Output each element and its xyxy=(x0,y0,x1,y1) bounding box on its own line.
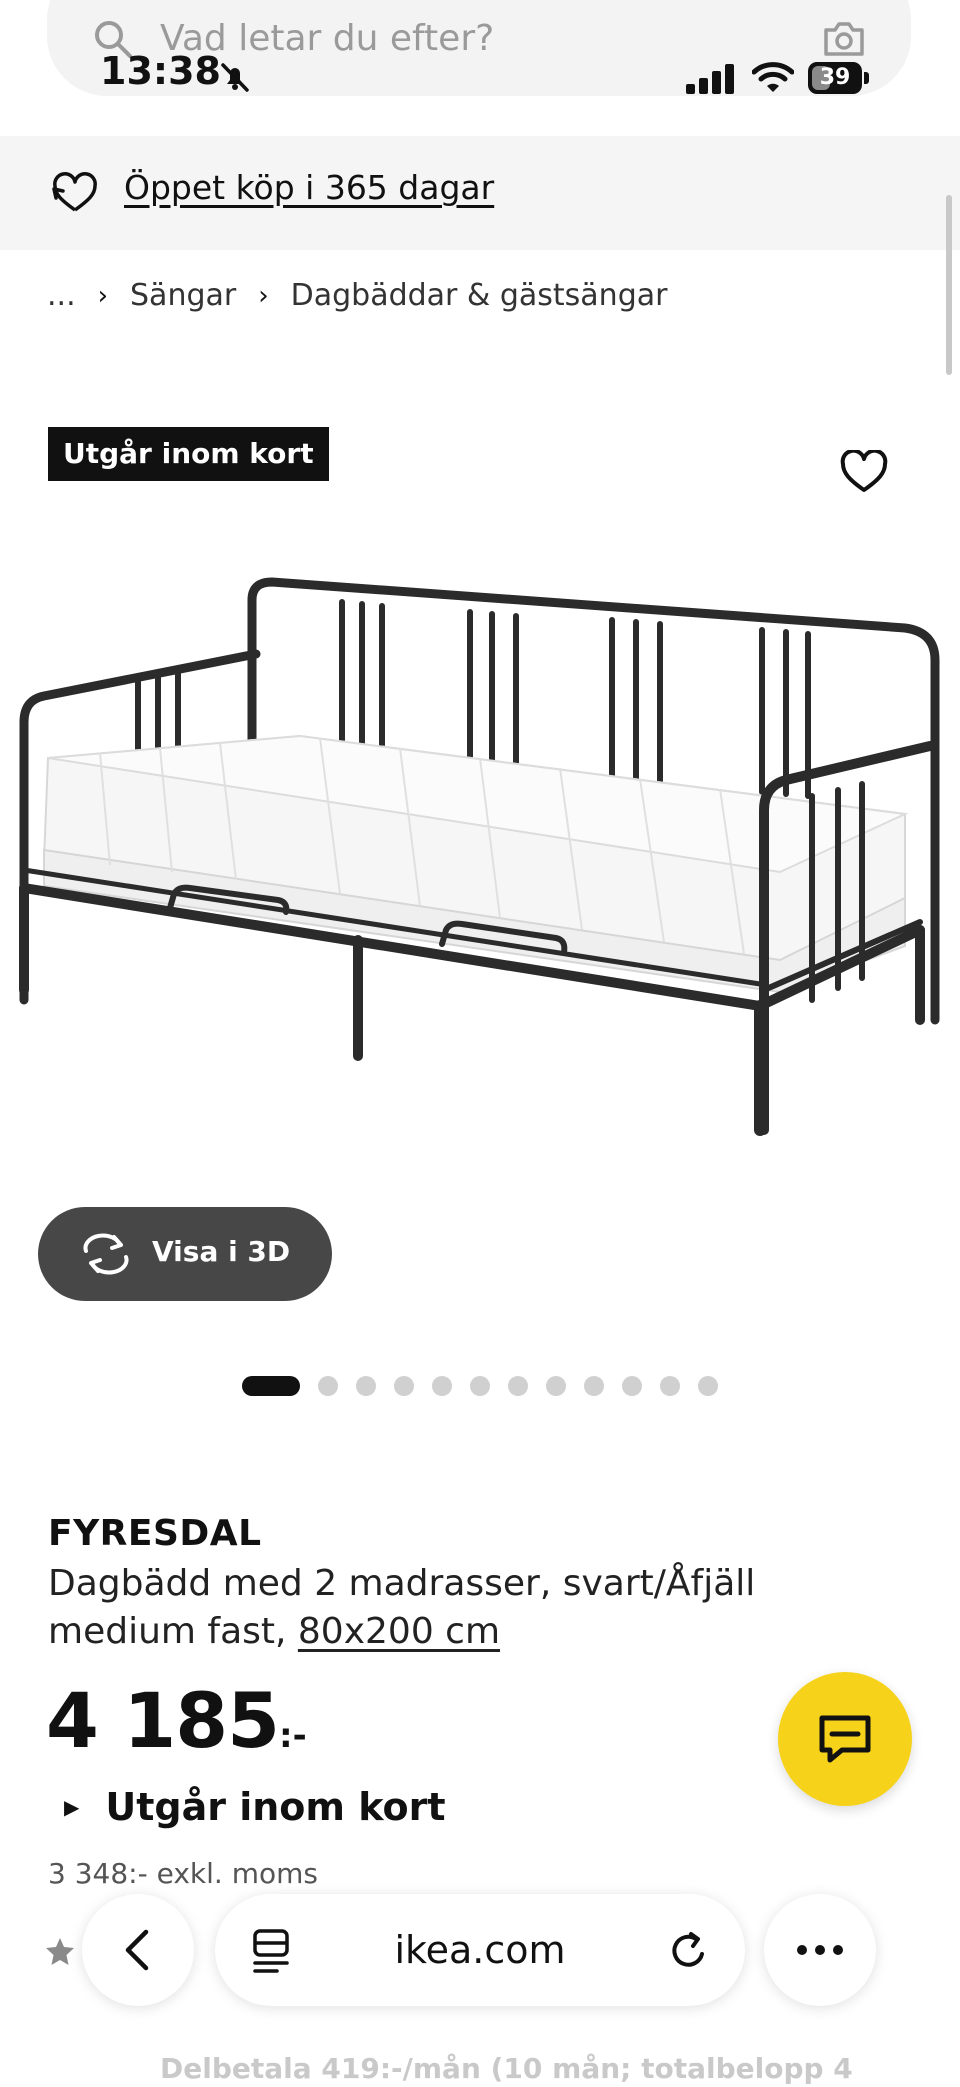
back-button[interactable] xyxy=(82,1894,194,2006)
reload-icon[interactable] xyxy=(669,1930,709,1972)
breadcrumb: ... › Sängar › Dagbäddar & gästsängar xyxy=(47,278,667,313)
rotate-3d-icon xyxy=(83,1233,129,1275)
more-icon xyxy=(797,1945,843,1955)
carousel-dot[interactable] xyxy=(584,1376,604,1396)
availability-toggle[interactable]: ▶ Utgår inom kort xyxy=(64,1785,446,1829)
carousel-dot[interactable] xyxy=(242,1376,300,1396)
status-time: 13:38 xyxy=(100,49,221,93)
caret-right-icon: ▶ xyxy=(64,1795,80,1819)
wifi-icon xyxy=(752,62,794,92)
status-badge: Utgår inom kort xyxy=(48,427,329,481)
availability-label: Utgår inom kort xyxy=(105,1785,446,1829)
view-3d-label: Visa i 3D xyxy=(152,1235,291,1268)
chat-button[interactable] xyxy=(778,1672,912,1806)
chevron-right-icon: › xyxy=(97,280,109,311)
carousel-dot[interactable] xyxy=(356,1376,376,1396)
product-size-link[interactable]: 80x200 cm xyxy=(298,1611,500,1652)
return-icon xyxy=(52,172,97,212)
open-purchase-link[interactable]: Öppet köp i 365 dagar xyxy=(124,168,494,207)
carousel-dot[interactable] xyxy=(660,1376,680,1396)
carousel-dot[interactable] xyxy=(318,1376,338,1396)
product-name: FYRESDAL xyxy=(48,1513,262,1554)
breadcrumb-item-daybeds[interactable]: Dagbäddar & gästsängar xyxy=(291,278,668,313)
chevron-right-icon: › xyxy=(258,280,269,311)
price-excluding-vat: 3 348:- exkl. moms xyxy=(48,1857,318,1890)
chat-icon xyxy=(819,1715,871,1763)
carousel-dot[interactable] xyxy=(508,1376,528,1396)
address-bar[interactable]: ikea.com xyxy=(215,1894,745,2006)
back-icon xyxy=(125,1929,149,1971)
installment-info: Delbetala 419:-/mån (10 mån; totalbelopp… xyxy=(160,2052,853,2085)
price-suffix: :- xyxy=(278,1716,307,1756)
product-description: Dagbädd med 2 madrasser, svart/Åfjäll me… xyxy=(48,1560,908,1656)
carousel-dot[interactable] xyxy=(394,1376,414,1396)
carousel-dot[interactable] xyxy=(698,1376,718,1396)
carousel-dot[interactable] xyxy=(470,1376,490,1396)
camera-icon[interactable] xyxy=(822,18,866,58)
battery-percent: 39 xyxy=(819,65,851,90)
battery-icon: 39 xyxy=(808,62,870,94)
breadcrumb-item-more[interactable]: ... xyxy=(47,278,76,313)
signal-icon xyxy=(686,64,734,94)
carousel-dot[interactable] xyxy=(622,1376,642,1396)
scrollbar[interactable] xyxy=(946,195,952,375)
product-price: 4 185:- xyxy=(46,1683,307,1759)
carousel-pagination[interactable] xyxy=(0,1376,960,1396)
more-button[interactable] xyxy=(764,1894,876,2006)
view-3d-button[interactable]: Visa i 3D xyxy=(38,1207,332,1301)
star-icon xyxy=(46,1938,74,1965)
breadcrumb-item-beds[interactable]: Sängar xyxy=(130,278,236,313)
heart-icon[interactable] xyxy=(840,450,888,494)
product-image[interactable] xyxy=(0,560,960,1200)
carousel-dot[interactable] xyxy=(432,1376,452,1396)
carousel-dot[interactable] xyxy=(546,1376,566,1396)
price-amount: 4 185 xyxy=(46,1676,280,1765)
mute-icon xyxy=(221,63,249,92)
url-text[interactable]: ikea.com xyxy=(215,1894,745,2006)
